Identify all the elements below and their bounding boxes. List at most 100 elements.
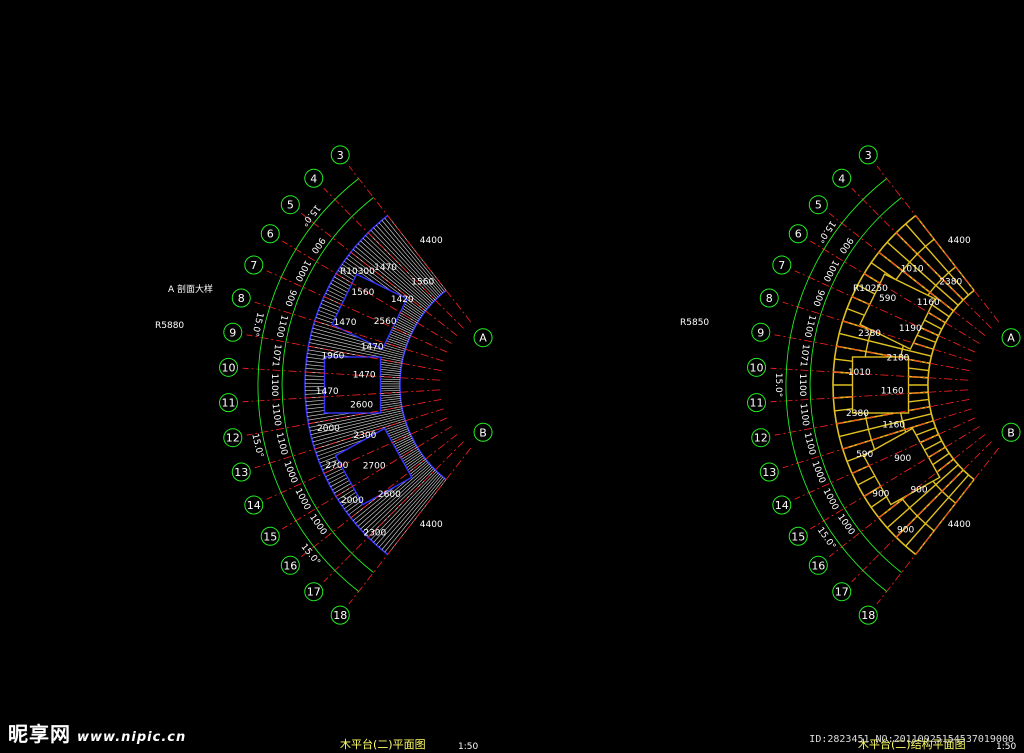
segment-angle-label: 15.0° [815, 218, 837, 244]
interior-dimension: 2600 [350, 401, 373, 411]
arc-spacing-dimension: 1000 [293, 487, 313, 512]
grid-bubble-label: 16 [811, 559, 825, 572]
deck-opening [331, 273, 408, 350]
arc-spacing-dimension: 1100 [269, 403, 282, 427]
grid-bubble-label: 3 [865, 149, 872, 162]
grid-bubble-label: 15 [791, 530, 805, 543]
segment-angle-label: 15.0° [299, 542, 322, 567]
grid-bubble-label: 7 [778, 259, 785, 272]
width-dimension: 4400 [420, 520, 443, 530]
interior-dimension: 1010 [848, 368, 871, 378]
width-dimension: 4400 [948, 520, 971, 530]
width-dimension: 4400 [948, 236, 971, 246]
interior-dimension: 590 [879, 294, 896, 304]
beam-arc [941, 490, 957, 504]
segment-angle-label: 15.0° [249, 311, 264, 337]
arc-spacing-dimension: 1000 [281, 460, 299, 485]
interior-dimension: 1420 [391, 295, 414, 305]
right-radius-outer-label: R10250 [853, 284, 888, 294]
grid-bubble-label: 7 [250, 259, 257, 272]
interior-dimension: 2600 [378, 490, 401, 500]
interior-dimension: 900 [872, 490, 889, 500]
grid-bubble-label: 17 [307, 586, 321, 599]
grid-bubble-label: 18 [333, 609, 347, 622]
interior-dimension: 1470 [334, 318, 357, 328]
arc-spacing-dimension: 1000 [820, 258, 840, 283]
interior-dimension: 1560 [351, 288, 374, 298]
beam-arc [901, 498, 918, 517]
grid-bubble-label: 5 [815, 199, 822, 212]
interior-dimension: 2380 [846, 409, 869, 419]
interior-dimension: 590 [856, 450, 873, 460]
interior-dimension: 1470 [361, 342, 384, 352]
interior-dimension: 2380 [939, 277, 962, 287]
grid-bubble-label: 10 [750, 361, 764, 374]
grid-bubble-label: 17 [835, 586, 849, 599]
left-plan-scale: 1:50 [458, 742, 478, 752]
interior-dimension: 2000 [341, 496, 364, 506]
arc-spacing-dimension: 1000 [292, 258, 312, 283]
section-mark-label: A 剖面大样 [168, 283, 213, 295]
grid-bubble-label: 18 [861, 609, 875, 622]
axis-bubble-label: A [1007, 332, 1015, 345]
beam-arc [916, 515, 935, 532]
image-id: ID:2823451 NO:20110925154537019000 [809, 734, 1014, 745]
opening-frame [851, 356, 910, 414]
interior-dimension: 1160 [917, 298, 940, 308]
watermark-url: www.nipic.cn [77, 730, 187, 745]
interior-dimension: 900 [894, 454, 911, 464]
grid-bubble-label: 11 [750, 397, 764, 410]
arc-spacing-dimension: 900 [810, 288, 826, 308]
arc-spacing-dimension: 1100 [797, 374, 807, 397]
interior-dimension: 900 [910, 486, 927, 496]
grid-bubble-label: 9 [757, 326, 764, 339]
arc-spacing-dimension: 900 [282, 288, 298, 308]
axis-bubble-label: B [1007, 426, 1015, 439]
interior-dimension: 1560 [411, 277, 434, 287]
interior-dimension: 2700 [325, 461, 348, 471]
grid-bubble-label: 9 [229, 326, 236, 339]
segment-angle-label: 15.0° [249, 433, 264, 459]
arc-spacing-dimension: 900 [837, 235, 855, 255]
cad-drawing-canvas: 3 4 5 6 7 8 9 10 11 12 13 14 15 16 17 18 900 1000 900 1100 1… [155, 145, 1021, 752]
axis-bubble-label: A [479, 332, 487, 345]
arc-spacing-dimension: 1071 [797, 343, 810, 367]
grid-bubble-label: 14 [247, 499, 261, 512]
interior-dimension: 1160 [881, 386, 904, 396]
grid-bubble-label: 13 [234, 466, 248, 479]
grid-bubble-label: 4 [310, 172, 317, 185]
left-radius-inner-label: R5880 [155, 321, 184, 331]
left-plan-title: 木平台(二)平面图 [340, 737, 426, 751]
arc-spacing-dimension: 1071 [269, 343, 282, 367]
arc-spacing-dimension: 1100 [274, 314, 289, 339]
grid-bubble-label: 5 [287, 199, 294, 212]
grid-bubble-label: 3 [337, 149, 344, 162]
inner-edge-arc [927, 289, 975, 481]
interior-dimension: 2700 [363, 461, 386, 471]
axis-bubble-label: B [479, 426, 487, 439]
grid-bubble-label: 10 [222, 361, 236, 374]
interior-dimension: 2300 [353, 431, 376, 441]
interior-dimension: 2380 [858, 329, 881, 339]
grid-bubble-label: 12 [754, 432, 768, 445]
interior-dimension: 1470 [374, 263, 397, 273]
grid-bubble-label: 16 [283, 559, 297, 572]
interior-dimension: 2000 [317, 424, 340, 434]
interior-dimension: 1190 [899, 324, 922, 334]
interior-dimension: 1010 [901, 265, 924, 275]
segment-angle-label: 15.0° [299, 202, 322, 227]
grid-bubble-label: 6 [267, 228, 274, 241]
interior-dimension: 1960 [321, 351, 344, 361]
arc-spacing-dimension: 1100 [802, 314, 817, 339]
arc-spacing-dimension: 900 [309, 235, 327, 255]
arc-spacing-dimension: 1000 [835, 513, 856, 538]
arc-spacing-dimension: 1100 [802, 432, 817, 457]
beam-arc [916, 238, 935, 255]
grid-bubble-label: 13 [762, 466, 776, 479]
interior-dimension: 1470 [316, 387, 339, 397]
watermark-brand: 昵享网 [8, 722, 71, 746]
interior-dimension: 2560 [374, 317, 397, 327]
grid-bubble-label: 11 [222, 397, 236, 410]
arc-spacing-dimension: 1100 [274, 432, 289, 457]
interior-dimension: 2180 [887, 354, 910, 364]
